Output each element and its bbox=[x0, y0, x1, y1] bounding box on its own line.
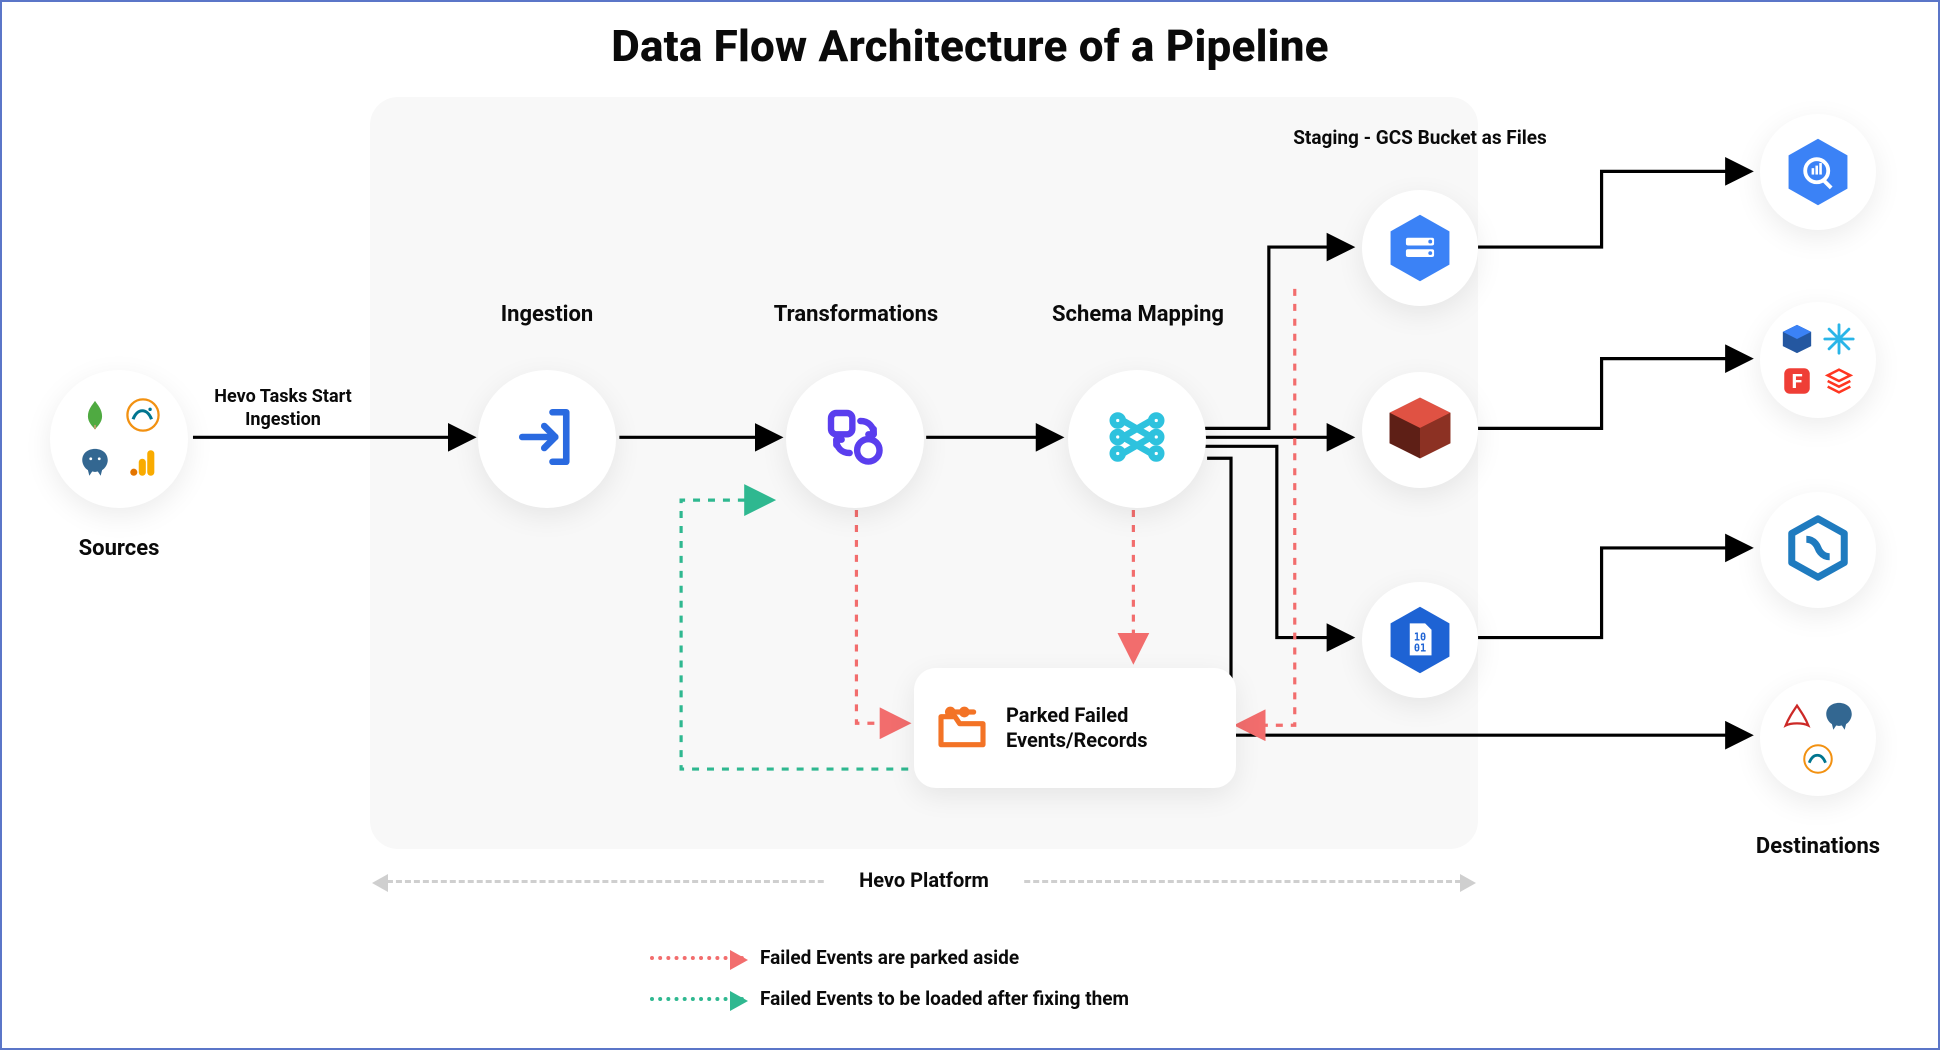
parked-failed-events-box: Parked Failed Events/Records bbox=[914, 668, 1236, 788]
parked-folder-icon bbox=[934, 698, 990, 758]
binary-file-icon: 10 01 bbox=[1388, 604, 1452, 676]
ingestion-label: Ingestion bbox=[478, 302, 616, 327]
staging-gcs-node bbox=[1362, 190, 1478, 306]
databricks-icon bbox=[1822, 364, 1856, 398]
mysql-icon bbox=[1801, 742, 1835, 776]
bigquery-icon bbox=[1786, 136, 1850, 208]
legend: Failed Events are parked aside Failed Ev… bbox=[650, 946, 1129, 1010]
postgresql-icon bbox=[78, 446, 112, 480]
google-analytics-icon bbox=[126, 446, 160, 480]
destination-warehouses-node: F bbox=[1760, 302, 1876, 418]
destination-synapse-node bbox=[1760, 492, 1876, 608]
snowflake-icon bbox=[1822, 322, 1856, 356]
schema-mapping-icon bbox=[1104, 404, 1170, 474]
ingestion-edge-caption: Hevo Tasks Start Ingestion bbox=[198, 386, 368, 431]
transformations-icon bbox=[823, 405, 887, 473]
staging-label: Staging - GCS Bucket as Files bbox=[1260, 126, 1580, 149]
staging-binary-node: 10 01 bbox=[1362, 582, 1478, 698]
transformations-label: Transformations bbox=[754, 302, 958, 327]
legend-green-line-icon bbox=[650, 997, 744, 1001]
legend-green-row: Failed Events to be loaded after fixing … bbox=[650, 987, 1129, 1010]
schema-mapping-label: Schema Mapping bbox=[1038, 302, 1238, 327]
ingestion-icon bbox=[514, 404, 580, 474]
legend-red-row: Failed Events are parked aside bbox=[650, 946, 1129, 969]
destination-bigquery-node bbox=[1760, 114, 1876, 230]
mysql-icon bbox=[126, 398, 160, 432]
svg-text:01: 01 bbox=[1414, 643, 1426, 655]
staging-s3-node bbox=[1362, 372, 1478, 488]
parked-line1: Parked Failed bbox=[1006, 703, 1147, 728]
ingestion-node bbox=[478, 370, 616, 508]
sources-label: Sources bbox=[50, 536, 188, 561]
redshift-icon bbox=[1780, 322, 1814, 356]
svg-text:F: F bbox=[1792, 370, 1803, 393]
svg-text:10: 10 bbox=[1414, 632, 1426, 644]
destination-databases-node bbox=[1760, 680, 1876, 796]
azure-synapse-icon bbox=[1783, 513, 1853, 587]
sqlserver-icon bbox=[1780, 700, 1814, 734]
firebolt-icon: F bbox=[1780, 364, 1814, 398]
gcs-icon bbox=[1388, 212, 1452, 284]
platform-label: Hevo Platform bbox=[370, 868, 1478, 892]
diagram-canvas: Data Flow Architecture of a Pipeline bbox=[0, 0, 1940, 1050]
legend-red-text: Failed Events are parked aside bbox=[760, 946, 1019, 969]
diagram-title: Data Flow Architecture of a Pipeline bbox=[2, 20, 1938, 72]
aws-s3-icon bbox=[1382, 390, 1458, 470]
sources-node bbox=[50, 370, 188, 508]
legend-green-text: Failed Events to be loaded after fixing … bbox=[760, 987, 1129, 1010]
schema-mapping-node bbox=[1068, 370, 1206, 508]
postgresql-icon bbox=[1822, 700, 1856, 734]
mongodb-icon bbox=[78, 398, 112, 432]
legend-red-line-icon bbox=[650, 956, 744, 960]
destinations-label: Destinations bbox=[1732, 834, 1904, 859]
transformations-node bbox=[786, 370, 924, 508]
parked-line2: Events/Records bbox=[1006, 728, 1147, 753]
